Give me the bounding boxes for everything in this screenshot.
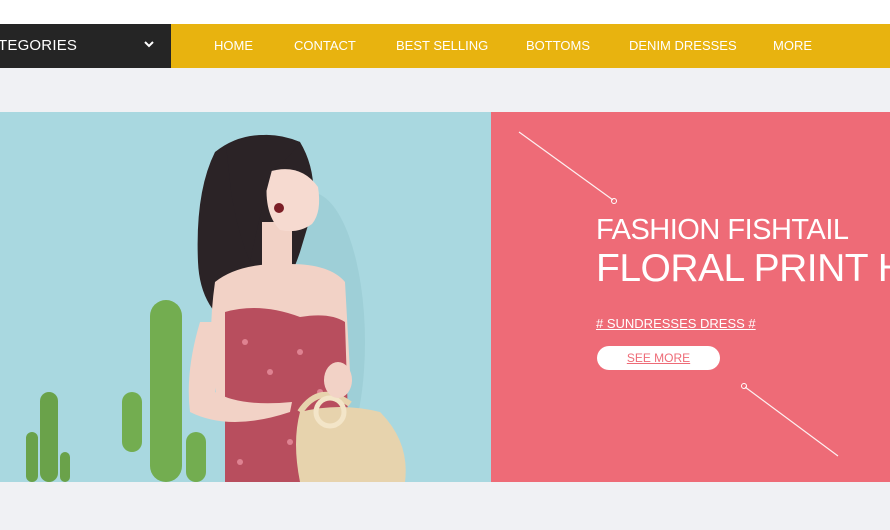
see-more-button[interactable]: SEE MORE — [597, 346, 720, 370]
categories-label: TEGORIES — [0, 37, 78, 54]
sundresses-tag-link[interactable]: # SUNDRESSES DRESS # — [596, 316, 756, 331]
nav-item-denim-dresses[interactable]: DENIM DRESSES — [629, 24, 737, 68]
nav-item-best-selling[interactable]: BEST SELLING — [396, 24, 488, 68]
categories-dropdown[interactable]: TEGORIES — [0, 24, 171, 68]
banner-headline-line2: FLORAL PRINT HAL — [596, 247, 890, 290]
main-navigation: TEGORIES HOME CONTACT BEST SELLING BOTTO… — [0, 24, 890, 68]
nav-item-home[interactable]: HOME — [214, 24, 253, 68]
decorative-lines — [518, 131, 839, 457]
page: TEGORIES HOME CONTACT BEST SELLING BOTTO… — [0, 0, 890, 530]
cactus-left — [26, 392, 70, 482]
banner-headline-line1: FASHION FISHTAIL — [596, 214, 849, 246]
chevron-down-icon — [144, 41, 154, 48]
model-illustration — [26, 134, 406, 482]
hero-banner[interactable]: FASHION FISHTAIL FLORAL PRINT HAL # SUND… — [0, 112, 890, 482]
nav-item-bottoms[interactable]: BOTTOMS — [526, 24, 590, 68]
nav-item-contact[interactable]: CONTACT — [294, 24, 356, 68]
spacer-band — [0, 68, 890, 112]
banner-photo — [0, 112, 491, 482]
promo-panel: FASHION FISHTAIL FLORAL PRINT HAL # SUND… — [491, 112, 890, 482]
nav-item-more[interactable]: MORE — [773, 24, 812, 68]
bottom-band — [0, 482, 890, 530]
